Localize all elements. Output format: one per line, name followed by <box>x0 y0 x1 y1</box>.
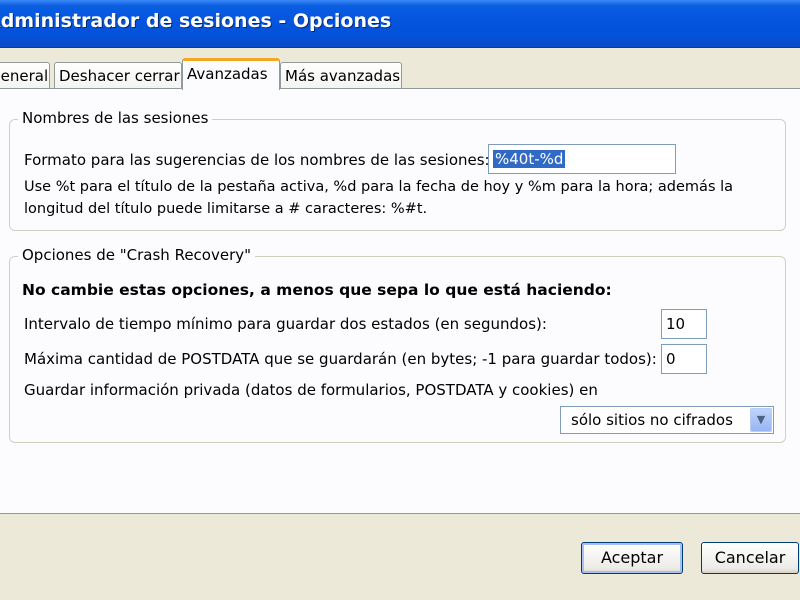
group-session-names: Nombres de las sesiones Formato para las… <box>9 109 786 231</box>
format-value: %40t-%d <box>493 150 566 168</box>
tab-general-label: General <box>0 67 49 85</box>
private-label: Guardar información privada (datos de fo… <box>24 381 598 399</box>
tab-mas-avanzadas-label: Más avanzadas <box>285 67 401 85</box>
accept-button[interactable]: Aceptar <box>581 542 683 574</box>
group-crash-recovery: Opciones de "Crash Recovery" No cambie e… <box>9 246 786 443</box>
postdata-label: Máxima cantidad de POSTDATA que se guard… <box>24 350 657 368</box>
format-label: Formato para las sugerencias de los nomb… <box>24 151 490 169</box>
help-text-line1: Use %t para el título de la pestaña acti… <box>24 179 734 195</box>
tab-mas-avanzadas[interactable]: Más avanzadas <box>280 62 402 90</box>
tab-avanzadas-label: Avanzadas <box>187 65 268 83</box>
group-session-names-legend: Nombres de las sesiones <box>18 109 213 127</box>
help-text-line2: longitud del título puede limitarse a # … <box>24 201 428 217</box>
accept-button-label: Aceptar <box>600 548 664 567</box>
tab-deshacer-cerrar[interactable]: Deshacer cerrar <box>54 62 182 90</box>
interval-label: Intervalo de tiempo mínimo para guardar … <box>24 315 547 333</box>
group-crash-recovery-legend: Opciones de "Crash Recovery" <box>18 246 256 264</box>
tab-panel: Nombres de las sesiones Formato para las… <box>0 88 800 514</box>
title-bar[interactable]: Administrador de sesiones - Opciones <box>0 0 800 48</box>
private-data-selected: sólo sitios no cifrados <box>571 411 733 429</box>
private-data-select[interactable]: sólo sitios no cifrados ▼ <box>560 406 774 434</box>
tab-general[interactable]: General <box>0 62 50 90</box>
chevron-down-icon[interactable]: ▼ <box>750 408 772 432</box>
interval-input[interactable]: 10 <box>661 309 707 339</box>
format-input[interactable]: %40t-%d <box>488 144 676 174</box>
cancel-button[interactable]: Cancelar <box>701 542 799 574</box>
interval-value: 10 <box>666 315 686 333</box>
postdata-value: 0 <box>666 350 676 368</box>
tab-deshacer-cerrar-label: Deshacer cerrar <box>59 67 180 85</box>
warning-text: No cambie estas opciones, a menos que se… <box>22 281 612 299</box>
tab-avanzadas[interactable]: Avanzadas <box>182 58 280 90</box>
cancel-button-label: Cancelar <box>714 548 786 567</box>
window-title: Administrador de sesiones - Opciones <box>0 10 392 32</box>
postdata-input[interactable]: 0 <box>661 344 707 374</box>
